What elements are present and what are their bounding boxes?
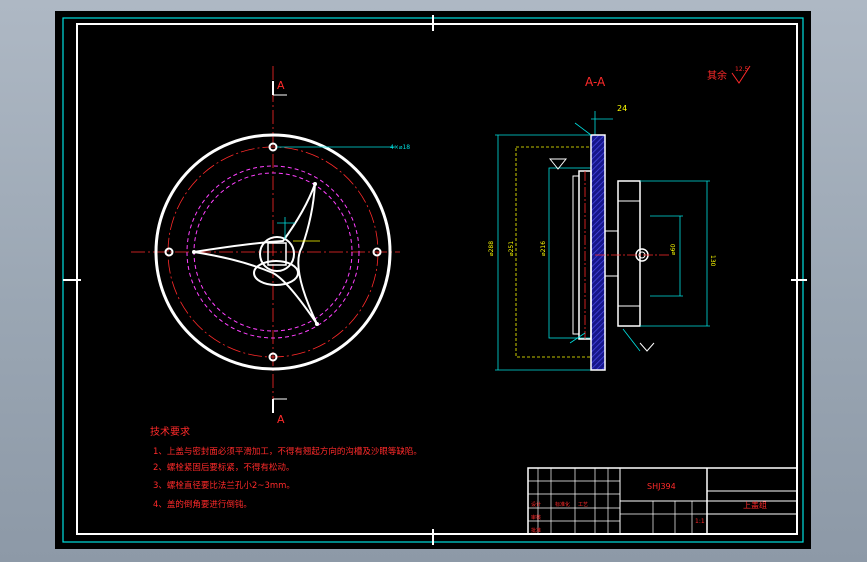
inner-frame [76, 23, 798, 535]
roughness-value: 12.5 [735, 66, 749, 73]
section-mark-label-top: A [277, 79, 285, 92]
tb-cell-design: 设计 [531, 501, 541, 508]
dim-arm-text: 130 [709, 255, 716, 267]
roughness-note: 其余 [707, 69, 727, 82]
tech-item-1: 1、上盖与密封面必须平滑加工，不得有翘起方向的沟槽及沙眼等缺陷。 [153, 446, 422, 457]
section-view: A-A 其余 12.5 24 ⌀288 ⌀251 ⌀216 130 ⌀60 [488, 65, 751, 371]
cad-drawing: 4×⌀18 A A A-A 其余 12.5 24 ⌀288 ⌀251 ⌀216 [62, 15, 807, 545]
front-view: 4×⌀18 A A [131, 66, 410, 426]
section-mark-label-bottom: A [277, 413, 285, 426]
dim-bolt-box [515, 146, 599, 358]
part-code: SHJ394 [647, 482, 676, 491]
tb-cell-standard: 标准化 [555, 501, 570, 508]
arm-tip-left [192, 250, 196, 254]
tb-cell-review: 审核 [531, 514, 541, 521]
rim-inner [572, 175, 580, 335]
tb-scale: 1:1 [695, 518, 705, 525]
section-title: A-A [585, 75, 606, 89]
roughness-mark-a [548, 158, 568, 170]
tb-cell-process: 工艺 [578, 502, 588, 508]
leader-bottom [622, 328, 641, 352]
technical-requirements: 技术要求 1、上盖与密封面必须平滑加工，不得有翘起方向的沟槽及沙眼等缺陷。 2、… [150, 425, 422, 510]
dim-hub-text: ⌀60 [670, 244, 677, 255]
dim-inner-text: ⌀216 [540, 241, 547, 256]
part-name: 上盖组 [743, 500, 767, 510]
tech-item-4: 4、盖的倒角要进行倒钝。 [153, 499, 252, 510]
leader-top [574, 122, 592, 136]
drawing-sheet: 4×⌀18 A A A-A 其余 12.5 24 ⌀288 ⌀251 ⌀216 [55, 11, 811, 549]
dim-24-text: 24 [617, 104, 627, 113]
tech-item-2: 2、螺栓紧固后要标紧，不得有松动。 [153, 462, 294, 473]
tech-title: 技术要求 [150, 425, 190, 438]
arm-tip-bottom [315, 322, 319, 326]
roughness-mark-b [639, 342, 655, 352]
dim-hole-text: 4×⌀18 [390, 144, 410, 151]
tb-cell-approve: 批准 [531, 527, 541, 534]
flange-plate [590, 134, 606, 371]
arm-tip-top [313, 182, 317, 186]
tech-item-3: 3、螺栓直径要比法兰孔小2~3mm。 [153, 480, 295, 491]
dim-bolt-text: ⌀251 [508, 241, 515, 256]
dim-outer-text: ⌀288 [488, 241, 495, 256]
